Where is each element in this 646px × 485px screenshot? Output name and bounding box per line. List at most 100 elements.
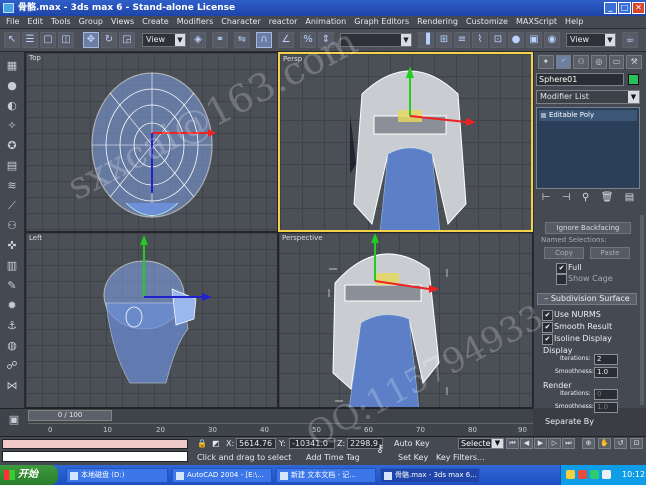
reference-coord-dropdown[interactable]: View ▼ [142,33,186,47]
x-coordinate-field[interactable]: 5614.76 [236,438,276,449]
select-link-icon[interactable]: ⚭ [212,32,228,48]
tray-icon-1[interactable] [566,470,575,479]
viewport-persp[interactable]: Persp [278,52,533,232]
go-to-end-icon[interactable]: ⏭ [562,438,575,449]
window-crossing-icon[interactable]: ◫ [58,32,74,48]
remove-modifier-icon[interactable]: 🗑 [601,192,614,206]
render-smoothness-spinner[interactable]: 1.0 [594,402,618,413]
y-coordinate-field[interactable]: -10341.0 [289,438,335,449]
command-panel-scrollbar[interactable] [640,215,644,405]
minimize-button[interactable]: _ [604,2,617,14]
maximize-viewport-icon[interactable]: ⊡ [630,438,643,449]
key-icon[interactable]: ⚷ [376,442,384,455]
motion-icon[interactable]: ✜ [4,238,20,253]
menu-help[interactable]: Help [561,16,587,28]
display-smoothness-spinner[interactable]: 1.0 [594,367,618,378]
smooth-result-checkbox[interactable]: Smooth Result [542,321,612,333]
create-tab-icon[interactable]: ✦ [538,55,554,69]
quick-render-icon[interactable]: ◉ [544,32,560,48]
menu-group[interactable]: Group [75,16,107,28]
menu-edit[interactable]: Edit [23,16,47,28]
particle-icon[interactable]: ✹ [4,298,20,313]
helper-icon[interactable]: ▤ [4,158,20,173]
volume-icon[interactable] [602,470,611,479]
mirror-tool-icon[interactable]: ▐ [418,32,434,48]
snap-toggle-icon[interactable]: ∩ [256,32,272,48]
dropdown-arrow-icon[interactable]: ▼ [491,438,504,449]
display-tab-icon[interactable]: ▭ [608,55,625,69]
tray-icon-2[interactable] [578,470,587,479]
maximize-button[interactable]: □ [618,2,631,14]
camera-icon[interactable]: ✪ [4,138,20,153]
bone-icon[interactable]: ⚓ [4,318,20,333]
maxscript-listener-input[interactable] [2,451,188,462]
viewport-left[interactable]: Left [25,232,278,408]
spacewarp-icon[interactable]: ≋ [4,178,20,193]
select-icon[interactable]: ↖ [4,32,20,48]
show-cage-checkbox[interactable]: Show Cage [556,273,613,285]
wire-icon[interactable]: ⋈ [4,378,20,393]
task-notepad[interactable]: 新建 文本文档 - 记... [276,468,376,483]
schematic-icon[interactable]: ⊡ [490,32,506,48]
hierarchy-tab-icon[interactable]: ⚇ [573,55,590,69]
menu-views[interactable]: Views [107,16,138,28]
menu-create[interactable]: Create [138,16,173,28]
show-end-result-icon[interactable]: ⊣ [562,192,571,206]
modifier-list-dropdown[interactable]: Modifier List ▼ [536,90,640,104]
maxscript-listener-output[interactable] [2,439,188,449]
set-key-button[interactable]: Set Key [398,453,428,462]
time-ruler[interactable]: 0 10 20 30 40 50 60 70 80 90 [28,423,533,435]
rotate-icon[interactable]: ↻ [101,32,117,48]
region-select-icon[interactable]: ▢ [40,32,56,48]
isoline-display-checkbox[interactable]: Isoline Display [542,333,612,345]
pin-stack-icon[interactable]: ⊢ [542,192,551,206]
menu-customize[interactable]: Customize [462,16,512,28]
select-by-name-icon[interactable]: ☰ [22,32,38,48]
align-icon[interactable]: ⊞ [436,32,452,48]
layer-icon[interactable]: ≡ [454,32,470,48]
close-button[interactable]: ✕ [632,2,645,14]
render-iterations-spinner[interactable]: 0 [594,389,618,400]
menu-animation[interactable]: Animation [301,16,350,28]
sphere-icon[interactable]: ● [4,78,20,93]
mirror-icon[interactable]: ⇋ [234,32,250,48]
hierarchy-icon[interactable]: ⚇ [4,218,20,233]
task-local-disk[interactable]: 本地磁盘 (D:) [66,468,168,483]
copy-button[interactable]: Copy [544,247,584,259]
pan-icon[interactable]: ✋ [598,438,611,449]
stack-item-editable-poly[interactable]: Editable Poly [539,110,637,121]
modifier-icon[interactable]: ⟋ [4,198,20,213]
percent-snap-icon[interactable]: % [300,32,316,48]
play-icon[interactable]: ▶ [534,438,547,449]
menu-maxscript[interactable]: MAXScript [512,16,561,28]
light-icon[interactable]: ✧ [4,118,20,133]
viewport-top[interactable]: Top [25,52,278,232]
use-nurms-checkbox[interactable]: Use NURMS [542,309,601,321]
utility-icon[interactable]: ✎ [4,278,20,293]
lock-selection-icon[interactable]: 🔒 [197,439,207,448]
render-scene-icon[interactable]: ▣ [526,32,542,48]
full-checkbox[interactable]: Full [556,262,582,274]
motion-tab-icon[interactable]: ◎ [591,55,607,69]
tray-icon-3[interactable] [590,470,599,479]
go-to-start-icon[interactable]: ⏮ [506,438,519,449]
render-last-icon[interactable]: ☕ [622,32,638,48]
auto-key-button[interactable]: Auto Key [394,439,430,448]
menu-graph-editors[interactable]: Graph Editors [350,16,413,28]
task-3dsmax[interactable]: 骨骼.max - 3ds max 6... [380,468,480,483]
menu-character[interactable]: Character [217,16,265,28]
key-filters-button[interactable]: Key Filters... [436,453,485,462]
ignore-backfacing-rollout[interactable]: Ignore Backfacing [545,222,631,234]
scale-icon[interactable]: ◲ [119,32,135,48]
pivot-center-icon[interactable]: ◈ [190,32,206,48]
viewport-perspective[interactable]: Perspective [278,232,533,408]
subdivision-surface-rollout[interactable]: Subdivision Surface [537,293,637,305]
spinner-snap-icon[interactable]: ⇕ [318,32,334,48]
configure-sets-icon[interactable]: ▤ [625,192,634,206]
render-view-dropdown[interactable]: View ▼ [566,33,616,47]
previous-frame-icon[interactable]: ◀ [520,438,533,449]
task-autocad[interactable]: AutoCAD 2004 - [E:\... [172,468,272,483]
display-icon[interactable]: ▥ [4,258,20,273]
menu-modifiers[interactable]: Modifiers [173,16,218,28]
menu-reactor[interactable]: reactor [265,16,302,28]
